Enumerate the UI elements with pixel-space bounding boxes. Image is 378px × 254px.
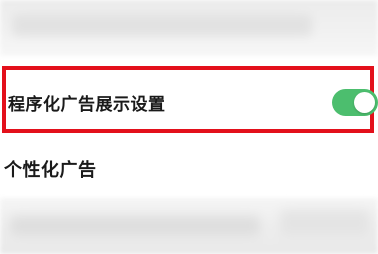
programmatic-ad-setting-row[interactable]: 程序化广告展示设置: [2, 66, 378, 133]
programmatic-ad-toggle[interactable]: [332, 89, 378, 116]
personalized-ads-section-title: 个性化广告: [4, 160, 97, 181]
programmatic-ad-setting-label: 程序化广告展示设置: [8, 95, 166, 115]
blurred-content-bottom: [0, 198, 378, 254]
settings-page: 程序化广告展示设置 个性化广告: [0, 0, 378, 254]
blurred-content-top: [0, 0, 378, 56]
blurred-placeholder: [12, 14, 312, 36]
blurred-placeholder: [10, 216, 260, 236]
toggle-knob: [354, 92, 375, 113]
blurred-placeholder: [280, 210, 370, 236]
